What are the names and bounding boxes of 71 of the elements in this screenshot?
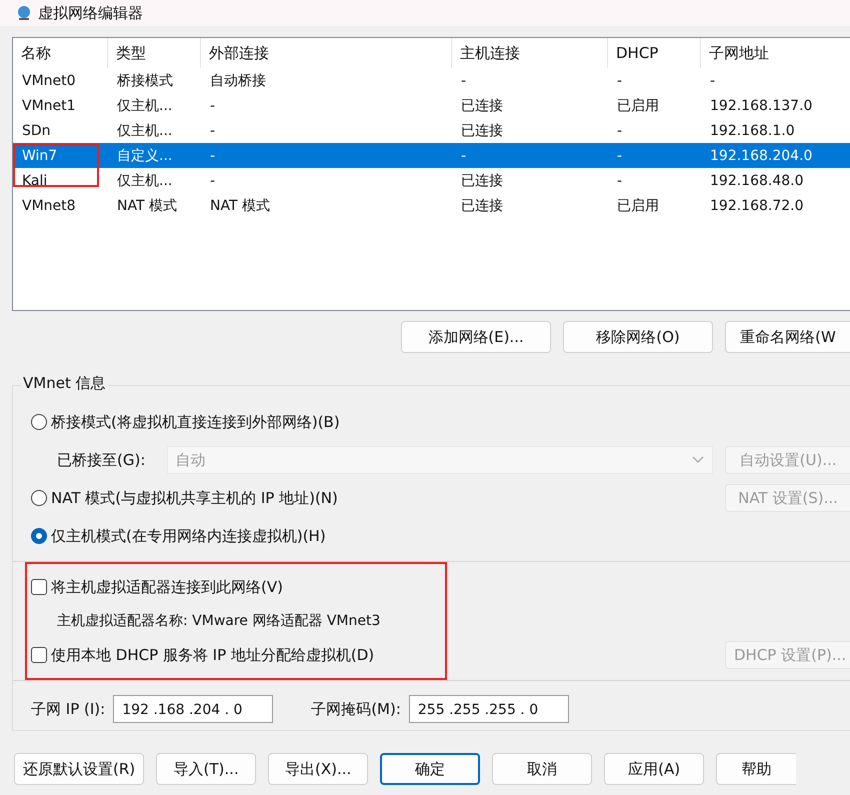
checkbox-label: 将主机虚拟适配器连接到此网络(V) (51, 578, 283, 596)
group-title: VMnet 信息 (21, 374, 108, 393)
dialog-button[interactable]: 导出(X)... (268, 753, 368, 785)
network-row[interactable]: Win7 自定义... - - - 192.168.204.0 (13, 143, 850, 168)
table-cell-text: - (209, 122, 216, 138)
table-cell-text: 192.168.137.0 (709, 98, 814, 114)
table-cell-text: 已连接 (460, 122, 504, 140)
table-cell-text: - (460, 72, 468, 88)
column-header[interactable]: DHCP (608, 38, 701, 68)
table-cell-text: - (709, 72, 716, 88)
table-cell-text: - (616, 122, 624, 138)
table-cell-text: NAT 模式 (209, 196, 271, 214)
table-cell-text: 仅主机... (116, 172, 174, 190)
radio-label: 桥接模式(将虚拟机直接连接到外部网络)(B) (51, 412, 340, 432)
adapter-name: 主机虚拟适配器名称: VMware 网络适配器 VMnet3 (57, 612, 380, 630)
radio-label: 仅主机模式(在专用网络内连接虚拟机)(H) (51, 526, 326, 546)
window-title: 虚拟网络编辑器 (38, 4, 143, 22)
table-cell-text: 已连接 (460, 172, 504, 190)
network-button[interactable]: 移除网络(O) (563, 321, 713, 353)
column-header[interactable]: 外部连接 (201, 38, 452, 68)
network-row[interactable]: SDn 仅主机... - 已连接 - 192.168.1.0 (13, 118, 850, 143)
network-button[interactable]: 重命名网络(W (725, 321, 850, 353)
table-cell-text: 已连接 (460, 196, 504, 214)
field-label: 已桥接至(G): (57, 450, 146, 470)
table-cell-text: 192.168.1.0 (709, 122, 796, 138)
dialog-button[interactable]: 确定 (380, 753, 480, 785)
table-cell-text: 已启用 (616, 96, 660, 114)
table-cell-text: - (209, 148, 216, 164)
subnet-mask-field[interactable]: 255 .255 .255 . 0 (408, 695, 569, 723)
field-label: 子网 IP (I): (31, 700, 106, 718)
dialog-button[interactable]: 取消 (492, 753, 592, 785)
table-cell-text: VMnet1 (21, 98, 77, 114)
table-cell-text: 仅主机... (116, 122, 174, 140)
table-cell-text: 自动桥接 (209, 72, 267, 90)
subnet-ip-field[interactable]: 192 .168 .204 . 0 (113, 695, 274, 723)
column-header[interactable]: 主机连接 (452, 38, 608, 68)
table-cell-text: 192.168.48.0 (709, 172, 805, 188)
table-cell-text: - (616, 172, 624, 188)
network-button[interactable]: 添加网络(E)... (401, 321, 551, 353)
column-header[interactable]: 名称 (13, 38, 108, 68)
table-cell-text: 仅主机... (116, 96, 174, 114)
table-cell-text: Win7 (21, 148, 58, 164)
dialog-button[interactable]: 应用(A) (604, 753, 704, 785)
table-cell-text: 192.168.204.0 (709, 148, 814, 164)
network-row[interactable]: VMnet8 NAT 模式 NAT 模式 已连接 已启用 192.168.72.0 (13, 193, 850, 218)
column-header[interactable]: 类型 (108, 38, 201, 68)
network-row[interactable]: Kali 仅主机... - 已连接 - 192.168.48.0 (13, 168, 850, 193)
table-cell-text: SDn (21, 122, 52, 138)
table-cell-text: - (209, 98, 216, 114)
dialog-button[interactable]: 帮助 (716, 753, 796, 785)
column-header[interactable]: 子网地址 (701, 38, 850, 68)
dialog-button[interactable]: 还原默认设置(R) (14, 753, 144, 785)
dialog-button[interactable]: 导入(T)... (156, 753, 256, 785)
radio-label: NAT 模式(与虚拟机共享主机的 IP 地址)(N) (51, 488, 338, 508)
network-row[interactable]: VMnet1 仅主机... - 已连接 已启用 192.168.137.0 (13, 93, 850, 118)
table-cell-text: VMnet0 (21, 72, 77, 88)
table-cell-text: 桥接模式 (116, 72, 174, 90)
table-cell-text: 已启用 (616, 196, 660, 214)
checkbox-label: 使用本地 DHCP 服务将 IP 地址分配给虚拟机(D) (51, 646, 374, 664)
table-cell-text: 自定义... (116, 146, 174, 164)
table-cell-text: 已连接 (460, 96, 504, 114)
table-cell-text: - (616, 72, 624, 88)
field-label: 子网掩码(M): (311, 700, 401, 718)
table-cell-text: - (209, 172, 216, 188)
table-cell-text: - (616, 148, 624, 164)
table-cell-text: 192.168.72.0 (709, 198, 805, 214)
table-cell-text: VMnet8 (21, 198, 77, 214)
table-cell-text: - (460, 148, 468, 164)
table-cell-text: Kali (21, 172, 48, 188)
network-row[interactable]: VMnet0 桥接模式 自动桥接 - - - (13, 68, 850, 93)
table-cell-text: NAT 模式 (116, 196, 178, 214)
